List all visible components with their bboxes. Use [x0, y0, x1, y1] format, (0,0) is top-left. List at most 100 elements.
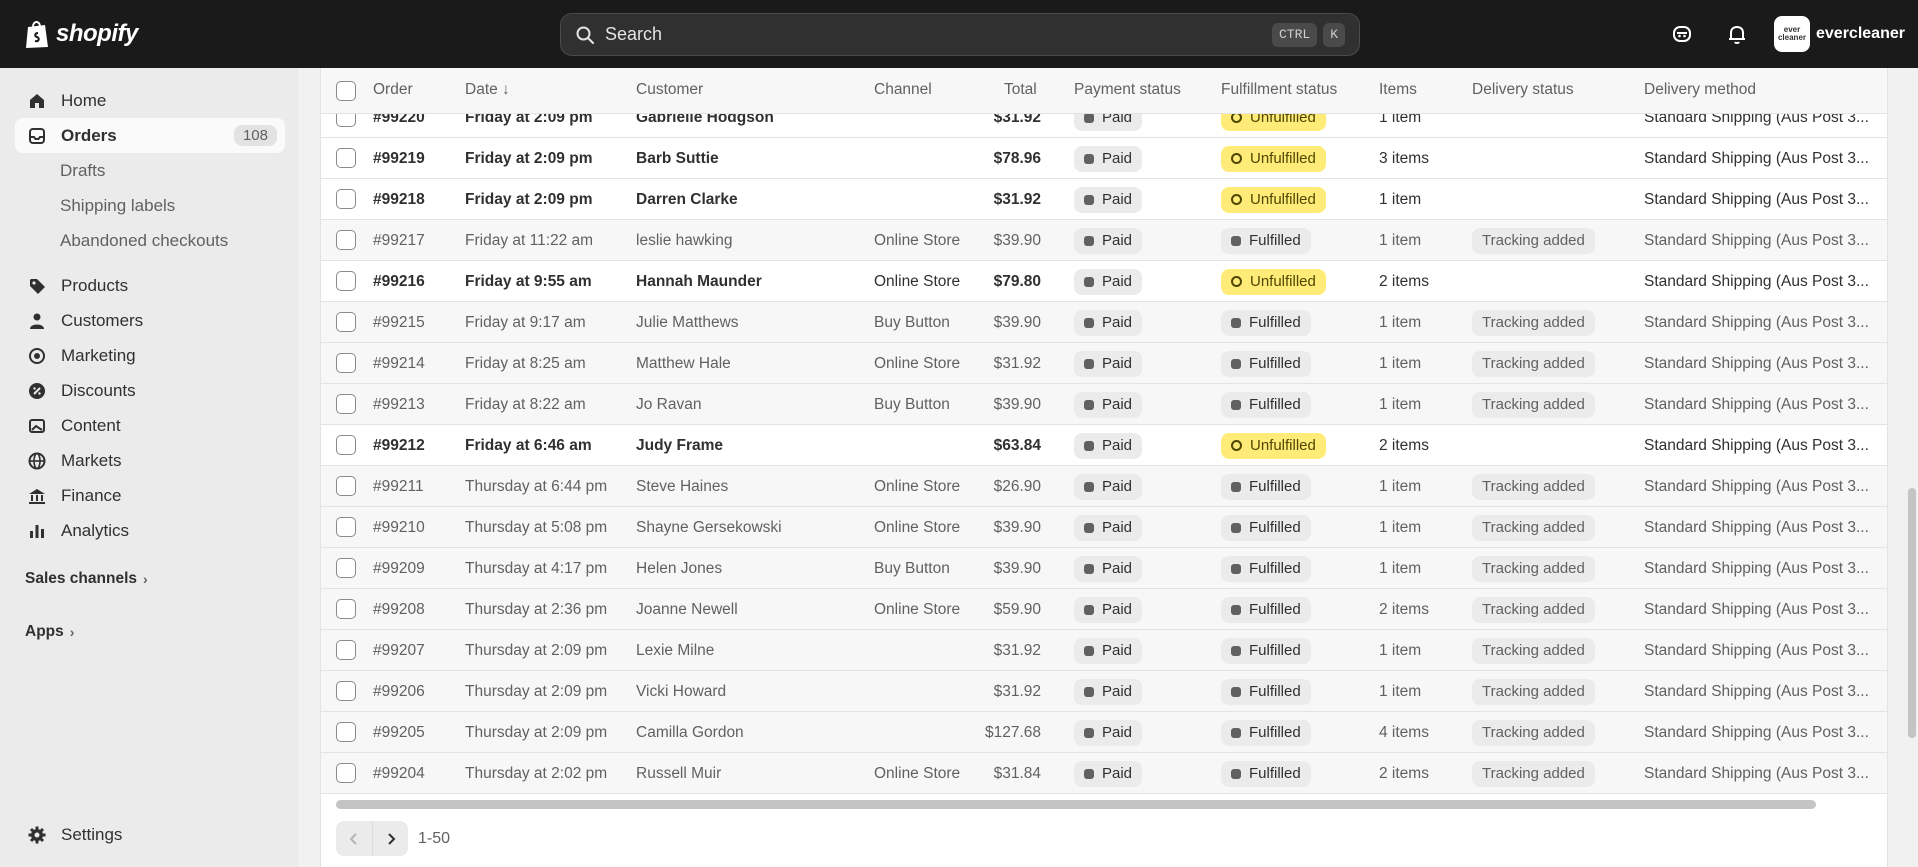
table-row[interactable]: #99205 Thursday at 2:09 pm Camilla Gordon $…: [321, 712, 1887, 753]
fulfillment-status-badge: Fulfilled: [1221, 719, 1311, 746]
sidebar-item-drafts[interactable]: Drafts: [60, 156, 105, 186]
sidebar-item-markets[interactable]: Markets: [15, 443, 285, 478]
orders-card: Order Date ↓ Customer Channel Total Paym…: [320, 68, 1888, 867]
items-cell: 1 item: [1379, 559, 1422, 577]
delivery-method-cell: Standard Shipping (Aus Post 3...: [1644, 231, 1869, 249]
row-checkbox[interactable]: [336, 476, 356, 496]
table-row[interactable]: #99207 Thursday at 2:09 pm Lexie Milne $31.…: [321, 630, 1887, 671]
table-row[interactable]: #99204 Thursday at 2:02 pm Russell Muir Onl…: [321, 753, 1887, 794]
row-checkbox[interactable]: [336, 271, 356, 291]
select-all-checkbox[interactable]: [336, 81, 356, 101]
previous-page-button[interactable]: [336, 821, 372, 856]
sidebar-item-products[interactable]: Products: [15, 268, 285, 303]
sidebar-item-content[interactable]: Content: [15, 408, 285, 443]
row-checkbox[interactable]: [336, 681, 356, 701]
payment-status-cell: Paid: [1074, 671, 1143, 712]
sidebar-item-shipping-labels[interactable]: Shipping labels: [60, 191, 175, 221]
status-dot-icon: [1231, 563, 1241, 574]
apps-section[interactable]: Apps ›: [25, 623, 74, 641]
payment-status-badge: Paid: [1074, 514, 1143, 541]
header-date[interactable]: Date ↓: [465, 81, 510, 99]
table-row[interactable]: #99210 Thursday at 5:08 pm Shayne Gersekow…: [321, 507, 1887, 548]
table-row[interactable]: #99214 Friday at 8:25 am Matthew Hale Onlin…: [321, 343, 1887, 384]
fulfillment-status-text: Fulfilled: [1249, 642, 1301, 659]
row-checkbox[interactable]: [336, 517, 356, 537]
fulfillment-status-cell: Fulfilled: [1221, 712, 1311, 753]
fulfillment-status-badge: Fulfilled: [1221, 391, 1311, 418]
sidekick-icon[interactable]: [1670, 22, 1694, 46]
table-row[interactable]: #99215 Friday at 9:17 am Julie Matthews Buy…: [321, 302, 1887, 343]
payment-status-cell: Paid: [1074, 384, 1143, 425]
table-row[interactable]: #99218 Friday at 2:09 pm Darren Clarke $31.…: [321, 179, 1887, 220]
header-order[interactable]: Order: [373, 81, 413, 99]
delivery-status-cell: Tracking added: [1472, 220, 1595, 261]
page-range: 1-50: [418, 829, 451, 847]
table-row[interactable]: #99208 Thursday at 2:36 pm Joanne Newell On…: [321, 589, 1887, 630]
header-items[interactable]: Items: [1379, 81, 1417, 99]
payment-status-badge: Paid: [1074, 268, 1143, 295]
sales-channels-section[interactable]: Sales channels ›: [25, 570, 148, 588]
table-row[interactable]: #99206 Thursday at 2:09 pm Vicki Howard $31…: [321, 671, 1887, 712]
header-delivery-status[interactable]: Delivery status: [1472, 81, 1574, 99]
row-checkbox[interactable]: [336, 353, 356, 373]
header-total[interactable]: Total: [1004, 81, 1037, 99]
row-checkbox[interactable]: [336, 189, 356, 209]
row-checkbox[interactable]: [336, 435, 356, 455]
search-placeholder: Search: [605, 24, 663, 44]
sidebar-item-customers[interactable]: Customers: [15, 303, 285, 338]
delivery-status-badge: Tracking added: [1472, 350, 1595, 377]
header-customer[interactable]: Customer: [636, 81, 703, 99]
fulfillment-status-text: Unfulfilled: [1250, 150, 1316, 167]
table-row[interactable]: #99209 Thursday at 4:17 pm Helen Jones Buy …: [321, 548, 1887, 589]
status-dot-icon: [1231, 727, 1241, 738]
row-checkbox[interactable]: [336, 312, 356, 332]
vertical-scrollbar[interactable]: [1908, 488, 1916, 738]
table-row[interactable]: #99211 Thursday at 6:44 pm Steve Haines Onl…: [321, 466, 1887, 507]
delivery-status-cell: Tracking added: [1472, 466, 1595, 507]
sidebar-item-marketing[interactable]: Marketing: [15, 338, 285, 373]
row-checkbox[interactable]: [336, 394, 356, 414]
payment-status-text: Paid: [1102, 355, 1133, 372]
header-payment-status[interactable]: Payment status: [1074, 81, 1181, 99]
sidebar-item-analytics[interactable]: Analytics: [15, 513, 285, 548]
next-page-button[interactable]: [372, 821, 408, 856]
header-fulfillment-status[interactable]: Fulfillment status: [1221, 81, 1337, 99]
shopify-logo[interactable]: shopify: [24, 16, 138, 52]
row-checkbox[interactable]: [336, 763, 356, 783]
header-channel[interactable]: Channel: [874, 81, 932, 99]
date-cell: Friday at 9:17 am: [465, 313, 586, 331]
sidebar-item-finance[interactable]: Finance: [15, 478, 285, 513]
row-checkbox[interactable]: [336, 148, 356, 168]
fulfillment-status-text: Fulfilled: [1249, 560, 1301, 577]
table-row[interactable]: #99219 Friday at 2:09 pm Barb Suttie $78.96…: [321, 138, 1887, 179]
total-cell: $127.68: [984, 723, 1041, 741]
bell-icon[interactable]: [1725, 22, 1749, 46]
horizontal-scrollbar[interactable]: [336, 800, 1816, 809]
header-delivery-method[interactable]: Delivery method: [1644, 81, 1756, 99]
store-menu[interactable]: ever cleaner evercleaner: [1774, 16, 1905, 52]
table-row[interactable]: #99213 Friday at 8:22 am Jo Ravan Buy Butto…: [321, 384, 1887, 425]
row-checkbox[interactable]: [336, 558, 356, 578]
row-checkbox[interactable]: [336, 640, 356, 660]
row-checkbox[interactable]: [336, 230, 356, 250]
table-row[interactable]: #99212 Friday at 6:46 am Judy Frame $63.84 P…: [321, 425, 1887, 466]
table-row[interactable]: #99216 Friday at 9:55 am Hannah Maunder Onl…: [321, 261, 1887, 302]
row-checkbox[interactable]: [336, 722, 356, 742]
row-checkbox[interactable]: [336, 599, 356, 619]
sidebar-item-orders[interactable]: Orders 108: [15, 118, 285, 153]
sidebar-item-settings[interactable]: Settings: [15, 817, 285, 852]
search-bar[interactable]: Search CTRL K: [560, 13, 1360, 56]
table-header: Order Date ↓ Customer Channel Total Paym…: [321, 68, 1887, 114]
delivery-method-cell: Standard Shipping (Aus Post 3...: [1644, 354, 1869, 372]
customer-cell: Russell Muir: [636, 764, 722, 782]
channel-cell: Buy Button: [874, 313, 950, 331]
sidebar-item-discounts[interactable]: Discounts: [15, 373, 285, 408]
customer-cell: Barb Suttie: [636, 149, 719, 167]
items-cell: 3 items: [1379, 149, 1429, 167]
sidebar-item-home[interactable]: Home: [15, 83, 285, 118]
order-cell: #99210: [373, 518, 425, 536]
sidebar-item-abandoned-checkouts[interactable]: Abandoned checkouts: [60, 226, 228, 256]
fulfillment-status-cell: Fulfilled: [1221, 589, 1311, 630]
table-row[interactable]: #99217 Friday at 11:22 am leslie hawking On…: [321, 220, 1887, 261]
items-cell: 1 item: [1379, 477, 1422, 495]
